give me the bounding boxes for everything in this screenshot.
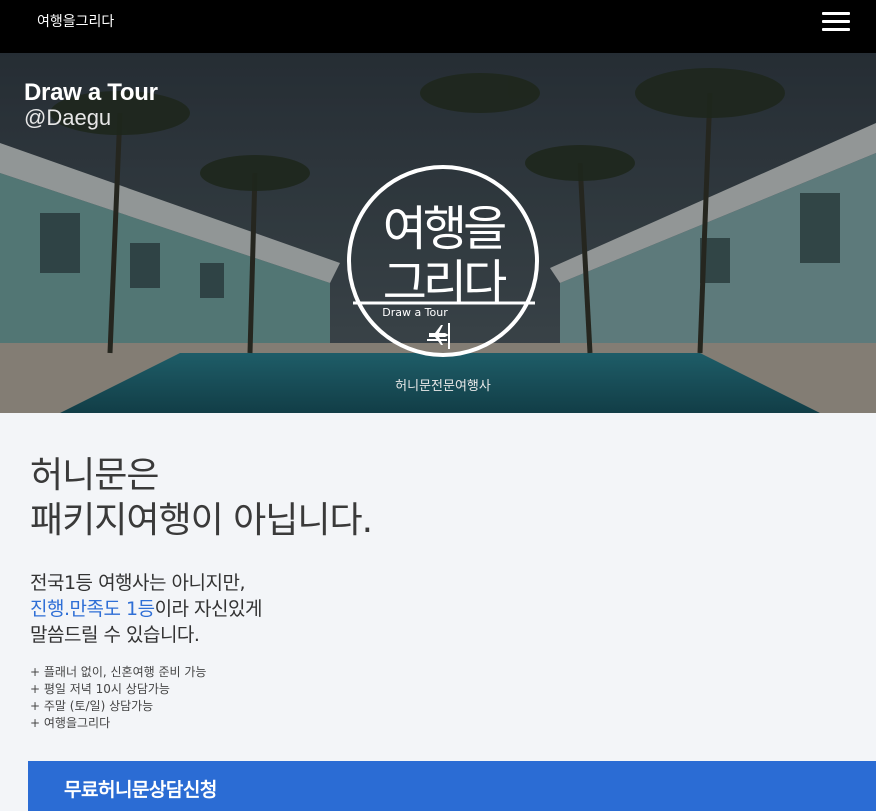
pitch-highlight: 진행.만족도 1등 <box>30 598 155 620</box>
top-bar: 여행을그리다 <box>0 0 876 53</box>
intro-section: 허니문은 패키지여행이 아닙니다. 전국1등 여행사는 아니지만, 진행.만족도… <box>0 413 876 811</box>
hero-banner: Draw a Tour @Daegu 여행을 그리다 Draw a Tour 허… <box>0 53 876 413</box>
headline-line1: 허니문은 <box>30 455 159 496</box>
menu-line <box>822 28 850 31</box>
hero-caption: 허니문전문여행사 <box>395 379 491 394</box>
airplane-icon <box>427 325 449 345</box>
logo-text-en: Draw a Tour <box>382 306 448 319</box>
list-item: + 여행을그리다 <box>30 716 111 730</box>
hero-title: Draw a Tour <box>24 79 158 106</box>
menu-line <box>822 20 850 23</box>
brand-logo: 여행을 그리다 Draw a Tour <box>347 165 539 357</box>
intro-headline: 허니문은 패키지여행이 아닙니다. <box>30 453 373 543</box>
feature-list: + 플래너 없이, 신혼여행 준비 가능 + 평일 저녁 10시 상담가능 + … <box>30 664 206 732</box>
pitch-text: 전국1등 여행사는 아니지만, 진행.만족도 1등이라 자신있게 말씀드릴 수 … <box>30 570 262 648</box>
menu-line <box>822 12 850 15</box>
brand-name[interactable]: 여행을그리다 <box>37 11 114 31</box>
headline-line2: 패키지여행이 아닙니다. <box>30 500 373 541</box>
hamburger-menu-icon[interactable] <box>822 12 850 32</box>
pitch-line3: 말씀드릴 수 있습니다. <box>30 624 200 646</box>
hero-subtitle: @Daegu <box>24 105 112 130</box>
pitch-line1: 전국1등 여행사는 아니지만, <box>30 572 246 594</box>
logo-text-line1: 여행을 <box>383 201 505 257</box>
free-consult-button[interactable]: 무료허니문상담신청 <box>28 761 876 811</box>
list-item: + 평일 저녁 10시 상담가능 <box>30 682 170 696</box>
list-item: + 플래너 없이, 신혼여행 준비 가능 <box>30 665 207 679</box>
cta-label: 무료허니문상담신청 <box>64 779 217 801</box>
pitch-line2-rest: 이라 자신있게 <box>154 598 263 620</box>
list-item: + 주말 (토/일) 상담가능 <box>30 699 154 713</box>
